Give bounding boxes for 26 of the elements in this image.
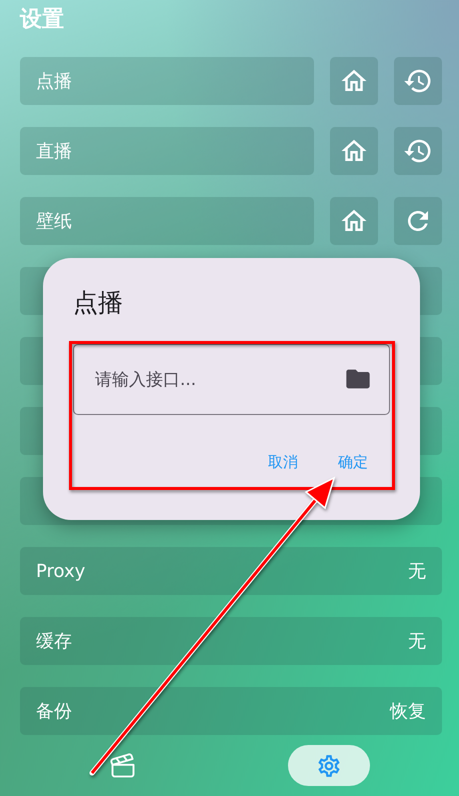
input-field[interactable]: 请输入接口... [73,344,390,415]
clapperboard-icon [109,752,137,780]
refresh-button[interactable] [394,197,442,245]
dialog-button[interactable]: 确定 [338,453,368,472]
setting-row[interactable]: Proxy 无 [20,547,442,595]
setting-row[interactable]: 直播 [20,127,314,175]
setting-label: 备份 [36,700,72,723]
settings-icon [316,752,342,778]
history-button[interactable] [394,127,442,175]
setting-label: Proxy [36,560,86,582]
setting-value: 无 [408,630,426,653]
setting-value: 无 [408,560,426,583]
dialog-title: 点播 [73,287,124,319]
home-button[interactable] [330,197,378,245]
home-button[interactable] [330,127,378,175]
setting-row[interactable]: 壁纸 [20,197,314,245]
setting-row[interactable]: 点播 [20,57,314,105]
history-button[interactable] [394,57,442,105]
nav-tab[interactable] [288,745,370,786]
page-title: 设置 [20,6,65,34]
setting-row[interactable]: 缓存 无 [20,617,442,665]
setting-row[interactable]: 备份 恢复 [20,687,442,735]
home-button[interactable] [330,57,378,105]
setting-value: 恢复 [390,700,426,723]
dialog-button[interactable]: 取消 [268,453,298,472]
setting-label: 缓存 [36,630,72,653]
